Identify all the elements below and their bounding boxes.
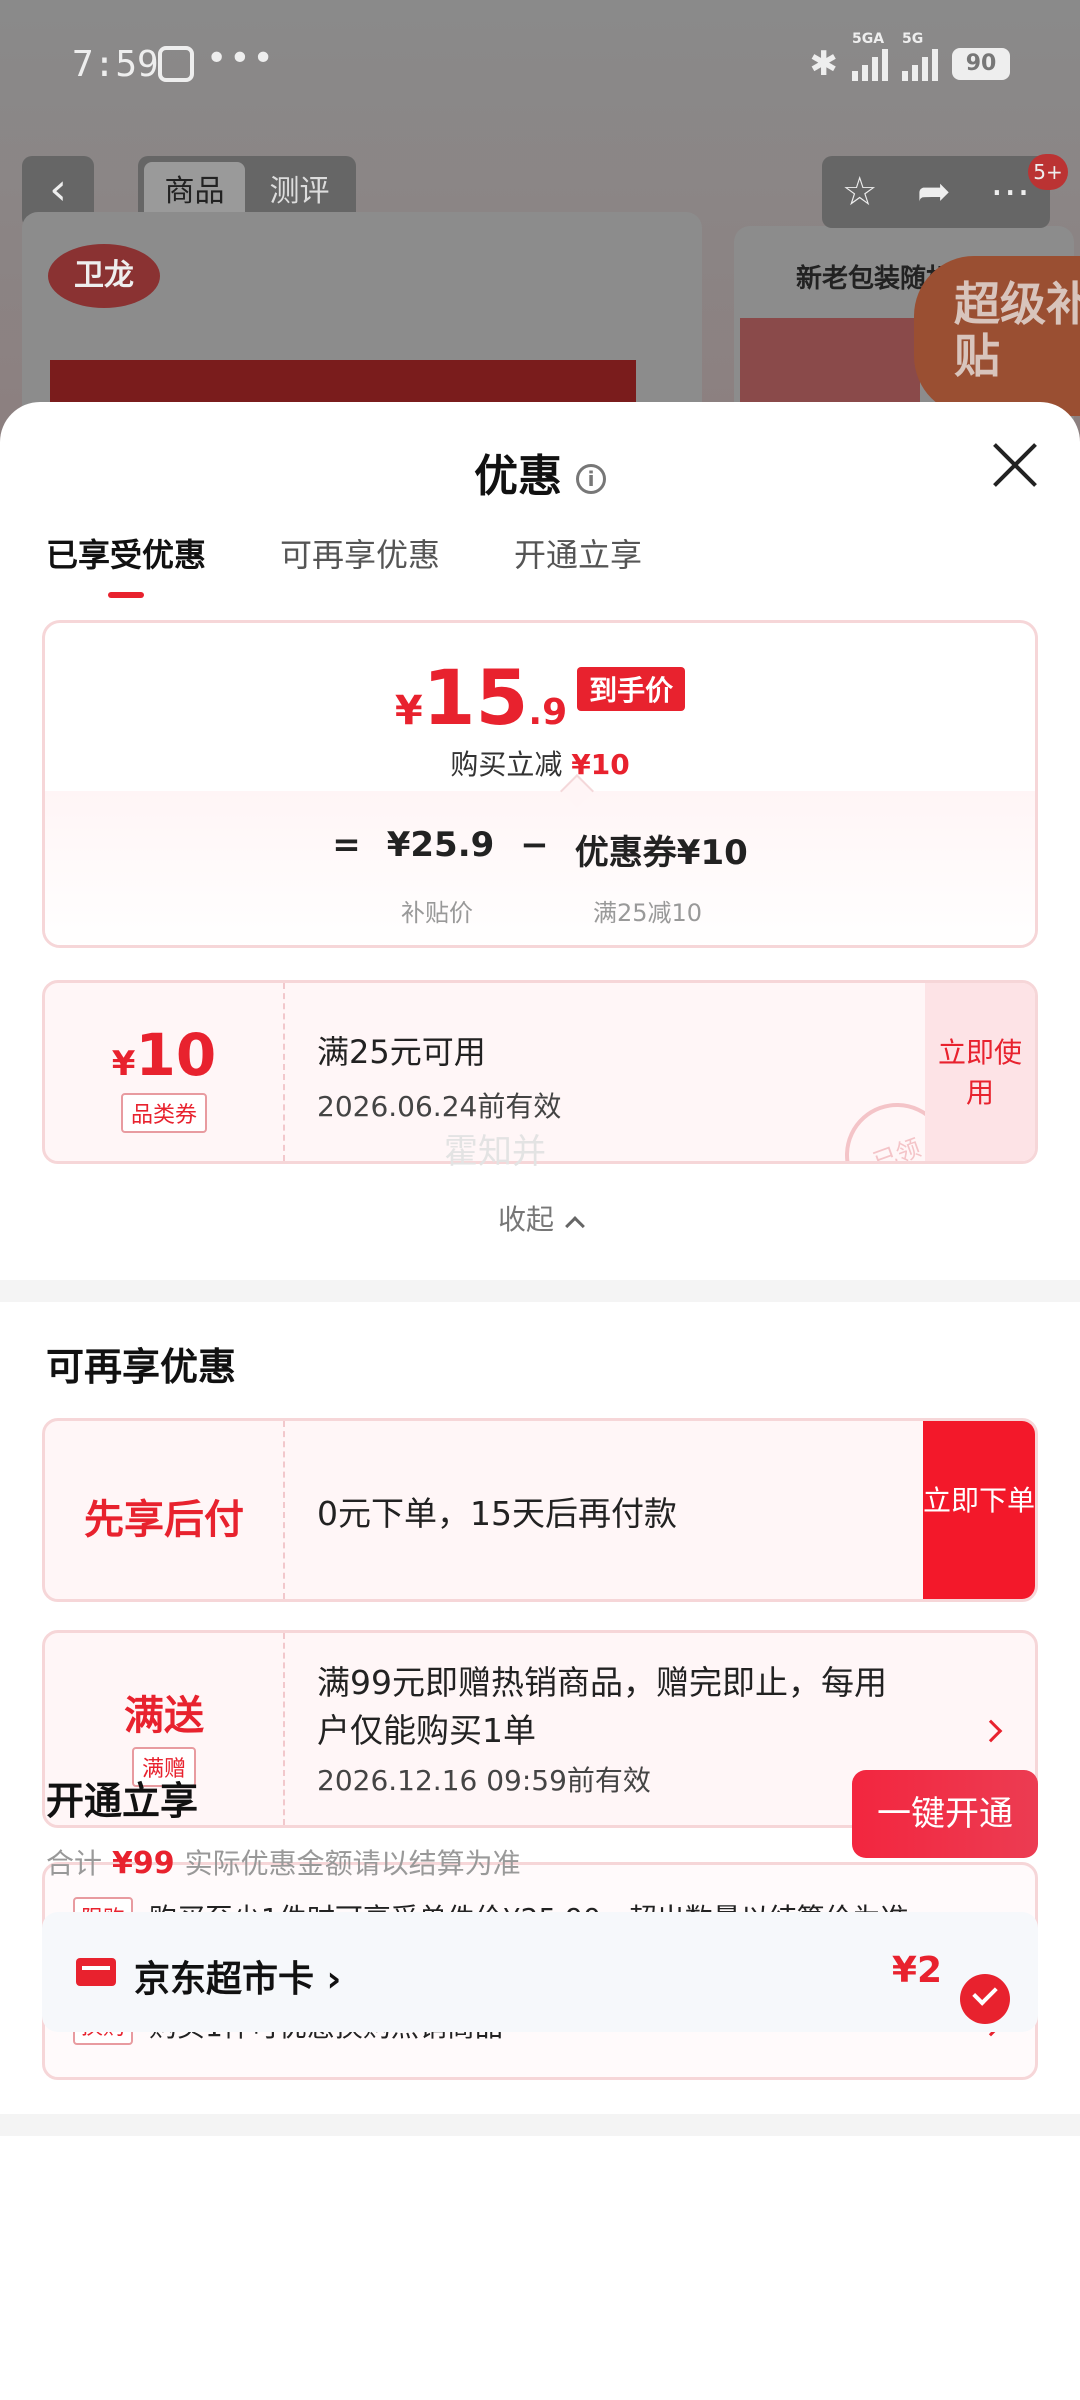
sheet-title: 优惠 i — [0, 440, 1080, 504]
open-enjoy-title: 开通立享 — [46, 1779, 199, 1823]
pay-later-card: 先享后付 0元下单，15天后再付款 立即下单 — [42, 1418, 1038, 1602]
gift-description-line2: 户仅能购买1单 — [317, 1711, 536, 1750]
signal-icon: 5GA — [852, 31, 888, 81]
final-price: ¥15.9到手价 — [45, 653, 1035, 742]
final-price-tag: 到手价 — [577, 667, 686, 711]
coupon-condition-label: 满25减10 — [593, 899, 703, 927]
status-time: 7:59 — [72, 44, 159, 85]
more-icon[interactable]: ⋯ — [990, 169, 1030, 215]
more-notifications-icon: ••• — [206, 38, 276, 79]
section-divider — [0, 2114, 1080, 2136]
jd-card-price: ¥2 — [891, 1950, 942, 1991]
card-icon — [76, 1958, 116, 1986]
signal-icon-2: 5G — [902, 31, 938, 81]
use-now-button[interactable]: 立即使用 — [925, 983, 1035, 1161]
chevron-right-icon — [979, 1719, 1003, 1743]
tab-open-enjoy[interactable]: 开通立享 — [514, 530, 642, 576]
coupon-condition: 满25元可用 — [317, 1033, 486, 1071]
order-now-button[interactable]: 立即下单 — [923, 1421, 1035, 1599]
coupon-type-badge: 品类券 — [120, 1093, 207, 1133]
super-subsidy-badge: 超级补贴 — [914, 256, 1080, 416]
close-button[interactable] — [992, 442, 1038, 488]
jd-card-label: 京东超市卡 › — [134, 1959, 342, 2000]
watermark: 霍知并 — [444, 1132, 546, 1172]
tab-enjoyed[interactable]: 已享受优惠 — [46, 530, 206, 598]
open-total-amount: ¥99 — [112, 1846, 175, 1881]
pay-later-label: 先享后付 — [84, 1497, 244, 1543]
base-price-label: 补贴价 — [401, 899, 473, 927]
one-click-open-button[interactable]: 一键开通 — [852, 1770, 1038, 1858]
discount-sheet: 优惠 i 已享受优惠 可再享优惠 开通立享 ¥15.9到手价 购买立减 ¥10 =… — [0, 402, 1080, 2400]
tab-more-offers[interactable]: 可再享优惠 — [280, 530, 440, 576]
section-divider — [0, 1280, 1080, 1302]
gift-expiry: 2026.12.16 09:59前有效 — [317, 1764, 651, 1797]
bluetooth-icon: ✱ — [809, 44, 839, 84]
collapse-toggle[interactable]: 收起 — [0, 1198, 1080, 1238]
chevron-up-icon — [565, 1216, 585, 1236]
status-bar: 7:59 ••• ✱ 5GA 5G 90 — [0, 0, 1080, 130]
battery-icon: 90 — [952, 48, 1010, 80]
message-count-badge: 5+ — [1028, 154, 1068, 190]
coupon-expiry: 2026.06.24前有效 — [317, 1090, 562, 1123]
price-breakdown-card: ¥15.9到手价 购买立减 ¥10 = ¥25.9 − 优惠券¥10 补贴价 满… — [42, 620, 1038, 948]
sheet-title-text: 优惠 — [474, 451, 562, 502]
info-icon[interactable]: i — [576, 464, 606, 494]
jd-supermarket-card[interactable]: 京东超市卡 › ¥2 — [42, 1912, 1038, 2032]
checkmark-icon[interactable] — [960, 1974, 1010, 2024]
gift-label: 满送 — [124, 1693, 204, 1739]
more-offers-title: 可再享优惠 — [46, 1345, 237, 1389]
background-page: 7:59 ••• ✱ 5GA 5G 90 ‹ 商品 测评 卫龙 新老包装随机发 … — [0, 0, 1080, 460]
open-total: 合计 ¥99 实际优惠金额请以结算为准 — [46, 1846, 521, 1881]
base-price: ¥25.9 — [386, 825, 495, 865]
discount-tabs: 已享受优惠 可再享优惠 开通立享 — [46, 530, 642, 598]
brand-logo: 卫龙 — [48, 244, 160, 308]
clock-icon — [158, 46, 194, 82]
coupon-amount: 优惠券¥10 — [574, 833, 748, 873]
instant-discount: 购买立减 ¥10 — [450, 748, 630, 781]
coupon-value: ¥10 — [111, 1021, 217, 1089]
price-formula: = ¥25.9 − 优惠券¥10 — [332, 825, 748, 873]
share-icon[interactable]: ➦ — [917, 169, 951, 215]
nav-actions: ☆ ➦ ⋯ — [822, 156, 1050, 228]
gift-description-line1: 满99元即赠热销商品，赠完即止，每用 — [317, 1663, 887, 1702]
star-icon[interactable]: ☆ — [842, 169, 878, 215]
pay-later-text: 0元下单，15天后再付款 — [317, 1494, 677, 1533]
